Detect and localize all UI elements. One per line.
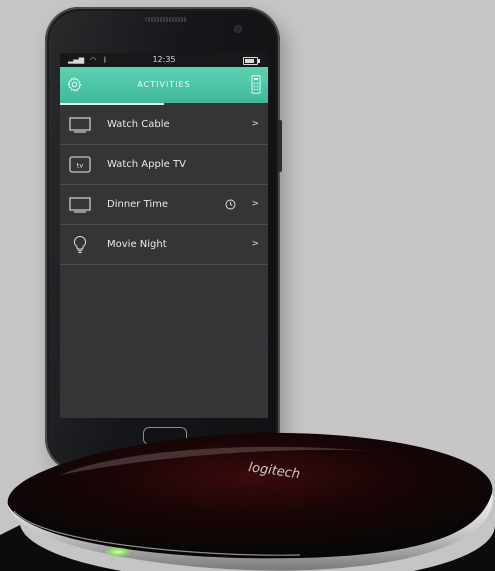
status-time: 12:35 (152, 55, 176, 64)
product-photo: ▂▄▆ ◠ ᛒ 12:35 ACTIVITIES Watch Cable > t… (0, 0, 495, 571)
tv-icon (69, 197, 91, 213)
activity-label: Movie Night (107, 239, 167, 250)
clock-icon (225, 199, 236, 210)
lightbulb-icon (73, 235, 87, 254)
activity-label: Watch Cable (107, 119, 170, 130)
activity-list: Watch Cable > tv Watch Apple TV Dinner T… (60, 105, 268, 265)
front-camera (235, 26, 241, 32)
activities-header: ACTIVITIES (60, 67, 268, 103)
tv-icon (69, 117, 91, 133)
phone-side-button (278, 120, 282, 172)
status-bar: ▂▄▆ ◠ ᛒ 12:35 (60, 53, 268, 67)
chevron-right-icon: > (251, 239, 259, 249)
earpiece-speaker (145, 17, 187, 22)
activity-label: Watch Apple TV (107, 159, 186, 170)
page-title: ACTIVITIES (137, 80, 191, 89)
activity-movie-night[interactable]: Movie Night > (60, 225, 268, 265)
activity-dinner-time[interactable]: Dinner Time > (60, 185, 268, 225)
activity-watch-cable[interactable]: Watch Cable > (60, 105, 268, 145)
apple-tv-icon: tv (69, 156, 91, 173)
chevron-right-icon: > (251, 119, 259, 129)
phone-screen: ▂▄▆ ◠ ᛒ 12:35 ACTIVITIES Watch Cable > t… (60, 53, 268, 418)
battery-icon (243, 57, 260, 65)
remote-icon[interactable] (251, 75, 261, 94)
harmony-hub: logitech (0, 432, 495, 571)
status-light (104, 547, 132, 557)
activity-watch-apple-tv[interactable]: tv Watch Apple TV (60, 145, 268, 185)
chevron-right-icon: > (251, 199, 259, 209)
activity-label: Dinner Time (107, 199, 169, 210)
apple-tv-badge: tv (77, 162, 84, 170)
